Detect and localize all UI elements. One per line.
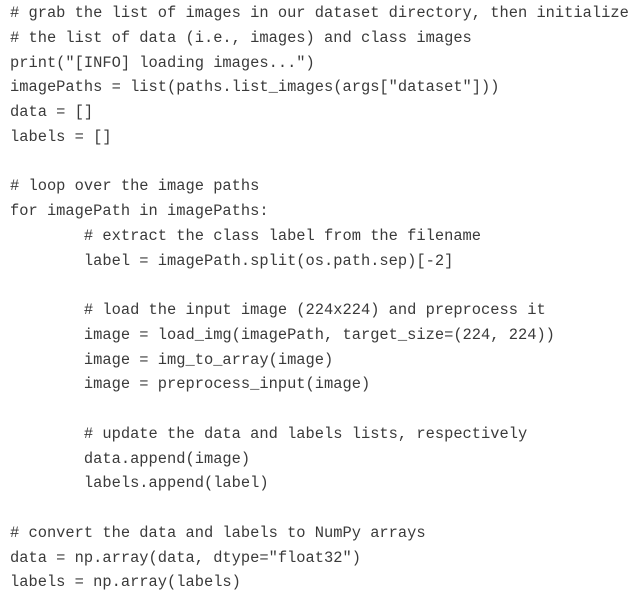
code-line: # extract the class label from the filen… xyxy=(10,226,482,245)
code-line: # loop over the image paths xyxy=(10,177,260,196)
code-line: label = imagePath.split(os.path.sep)[-2] xyxy=(10,251,454,270)
code-line: # grab the list of images in our dataset… xyxy=(10,4,629,22)
code-line: imagePaths = list(paths.list_images(args… xyxy=(10,78,500,97)
code-line: print("[INFO] loading images...") xyxy=(10,53,315,72)
code-line: image = preprocess_input(image) xyxy=(10,375,371,394)
code-line: labels = np.array(labels) xyxy=(10,573,241,592)
code-line: data = [] xyxy=(10,103,94,121)
code-line: # update the data and labels lists, resp… xyxy=(10,424,528,443)
code-line: image = load_img(imagePath, target_size=… xyxy=(10,325,555,344)
code-line: data.append(image) xyxy=(10,449,251,468)
code-line: # the list of data (i.e., images) and cl… xyxy=(10,28,472,47)
code-line: data = np.array(data, dtype="float32") xyxy=(10,548,361,567)
code-line: image = img_to_array(image) xyxy=(10,350,334,369)
code-line: for imagePath in imagePaths: xyxy=(10,202,269,220)
code-block: # grab the list of images in our dataset… xyxy=(10,1,629,595)
code-line: # load the input image (224x224) and pre… xyxy=(10,301,546,319)
code-line: labels.append(label) xyxy=(10,474,269,493)
code-line: # convert the data and labels to NumPy a… xyxy=(10,523,426,542)
code-line: labels = [] xyxy=(10,127,112,146)
